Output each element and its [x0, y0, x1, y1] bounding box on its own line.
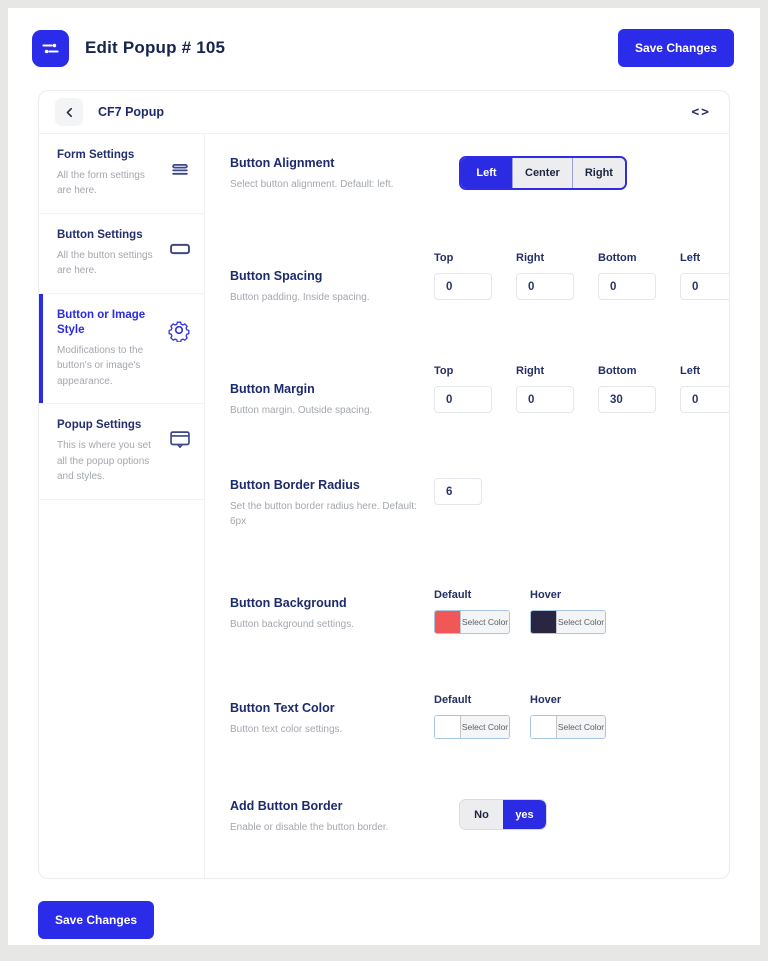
page: Edit Popup # 105 Save Changes CF7 Popup …: [8, 8, 760, 945]
select-color-button[interactable]: Select Color: [556, 716, 605, 738]
row-button-border-radius: Button Border Radius Set the button bord…: [230, 478, 730, 529]
select-color-button[interactable]: Select Color: [460, 716, 509, 738]
row-button-alignment: Button Alignment Select button alignment…: [230, 156, 730, 192]
text-default-color-picker[interactable]: Select Color: [434, 715, 510, 739]
settings-content: Button Alignment Select button alignment…: [205, 134, 730, 879]
color-swatch: [435, 611, 460, 633]
setting-desc: Set the button border radius here. Defau…: [230, 499, 420, 529]
setting-title: Button Alignment: [230, 156, 424, 170]
margin-left-input[interactable]: [680, 386, 730, 413]
field-label: Top: [434, 365, 504, 377]
popup-name: CF7 Popup: [98, 105, 164, 119]
sidebar-item-title: Form Settings: [57, 148, 159, 163]
color-swatch: [531, 716, 556, 738]
setting-title: Button Text Color: [230, 701, 424, 715]
setting-desc: Select button alignment. Default: left.: [230, 177, 420, 192]
chevron-left-icon: [64, 107, 75, 118]
setting-desc: Button background settings.: [230, 617, 420, 632]
margin-top-input[interactable]: [434, 386, 492, 413]
sidebar-item-button-settings[interactable]: Button Settings All the button settings …: [39, 214, 204, 294]
setting-desc: Enable or disable the button border.: [230, 820, 420, 835]
field-label: Top: [434, 252, 504, 264]
field-label: Bottom: [598, 365, 668, 377]
picker-label: Default: [434, 694, 510, 706]
select-color-button[interactable]: Select Color: [556, 611, 605, 633]
sidebar-item-form-settings[interactable]: Form Settings All the form settings are …: [39, 134, 204, 214]
sidebar-item-desc: All the form settings are here.: [57, 168, 159, 199]
sidebar-item-title: Button Settings: [57, 228, 159, 243]
color-swatch: [531, 611, 556, 633]
setting-desc: Button text color settings.: [230, 722, 420, 737]
field-label: Right: [516, 252, 586, 264]
color-swatch: [435, 716, 460, 738]
sidebar-item-desc: This is where you set all the popup opti…: [57, 438, 159, 485]
sidebar-item-title: Popup Settings: [57, 418, 159, 433]
app-logo: [32, 30, 69, 67]
border-toggle-no-button[interactable]: No: [460, 800, 503, 829]
background-hover-color-picker[interactable]: Select Color: [530, 610, 606, 634]
setting-title: Button Margin: [230, 382, 424, 396]
select-color-button[interactable]: Select Color: [460, 611, 509, 633]
align-center-button[interactable]: Center: [512, 158, 572, 188]
align-left-button[interactable]: Left: [461, 158, 512, 188]
top-header: Edit Popup # 105 Save Changes: [8, 8, 760, 83]
margin-right-input[interactable]: [516, 386, 574, 413]
setting-title: Button Background: [230, 596, 424, 610]
settings-sidebar: Form Settings All the form settings are …: [39, 134, 205, 879]
gear-icon: [167, 318, 191, 347]
row-button-margin: Button Margin Button margin. Outside spa…: [230, 365, 730, 418]
sidebar-item-title: Button or Image Style: [57, 308, 159, 338]
picker-label: Hover: [530, 694, 606, 706]
spacing-top-input[interactable]: [434, 273, 492, 300]
form-lines-icon: [169, 158, 191, 185]
alignment-segmented-control: Left Center Right: [459, 156, 627, 190]
card-header: CF7 Popup <>: [39, 91, 729, 134]
picker-label: Default: [434, 589, 510, 601]
spacing-right-input[interactable]: [516, 273, 574, 300]
spacing-left-input[interactable]: [680, 273, 730, 300]
popup-settings-card: CF7 Popup <> Form Settings All the form …: [38, 90, 730, 879]
save-changes-button-bottom[interactable]: Save Changes: [38, 901, 154, 939]
background-default-color-picker[interactable]: Select Color: [434, 610, 510, 634]
setting-title: Add Button Border: [230, 799, 424, 813]
sidebar-item-button-image-style[interactable]: Button or Image Style Modifications to t…: [39, 294, 204, 404]
align-right-button[interactable]: Right: [572, 158, 625, 188]
border-toggle: No yes: [459, 799, 547, 830]
field-label: Left: [680, 252, 730, 264]
row-button-text-color: Button Text Color Button text color sett…: [230, 694, 730, 739]
code-view-icon[interactable]: <>: [691, 105, 711, 120]
sliders-icon: [41, 39, 60, 58]
card-body: Form Settings All the form settings are …: [39, 134, 729, 879]
sidebar-item-popup-settings[interactable]: Popup Settings This is where you set all…: [39, 404, 204, 499]
setting-desc: Button margin. Outside spacing.: [230, 403, 420, 418]
row-add-button-border: Add Button Border Enable or disable the …: [230, 799, 730, 835]
row-button-spacing: Button Spacing Button padding. Inside sp…: [230, 252, 730, 305]
setting-desc: Button padding. Inside spacing.: [230, 290, 420, 305]
save-changes-button-top[interactable]: Save Changes: [618, 29, 734, 67]
field-label: Right: [516, 365, 586, 377]
page-title: Edit Popup # 105: [85, 38, 225, 58]
sidebar-item-desc: Modifications to the button's or image's…: [57, 343, 159, 390]
text-hover-color-picker[interactable]: Select Color: [530, 715, 606, 739]
field-label: Left: [680, 365, 730, 377]
field-label: Bottom: [598, 252, 668, 264]
popup-window-icon: [169, 428, 191, 455]
border-toggle-yes-button[interactable]: yes: [503, 800, 546, 829]
row-button-background: Button Background Button background sett…: [230, 589, 730, 634]
margin-bottom-input[interactable]: [598, 386, 656, 413]
button-outline-icon: [169, 238, 191, 265]
spacing-bottom-input[interactable]: [598, 273, 656, 300]
back-button[interactable]: [55, 98, 83, 126]
sidebar-item-desc: All the button settings are here.: [57, 248, 159, 279]
footer: Save Changes: [8, 879, 760, 939]
setting-title: Button Spacing: [230, 269, 424, 283]
setting-title: Button Border Radius: [230, 478, 424, 492]
picker-label: Hover: [530, 589, 606, 601]
border-radius-input[interactable]: [434, 478, 482, 505]
